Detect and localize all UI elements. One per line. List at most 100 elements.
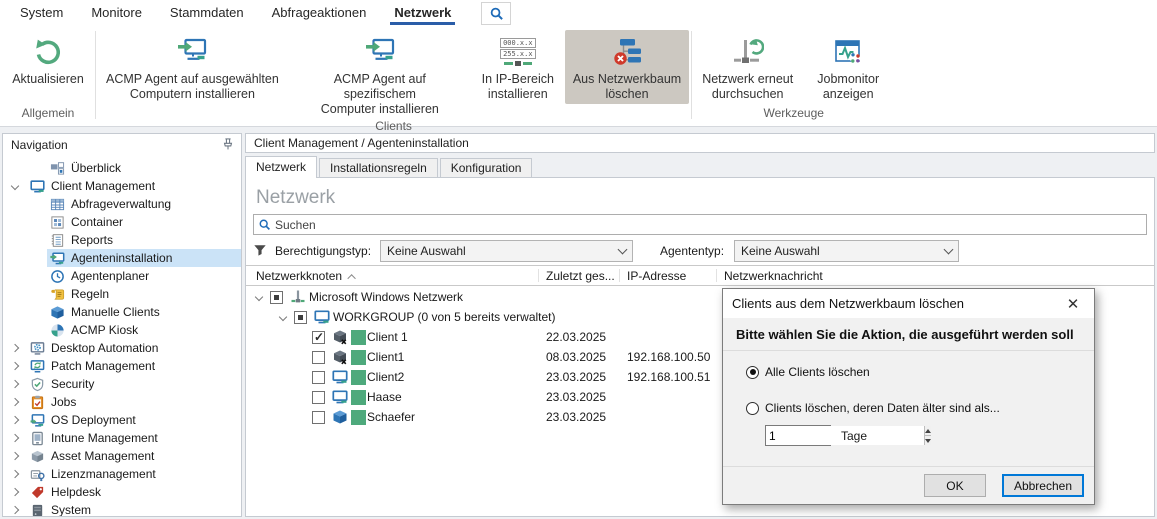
sidebar-item-label: Container xyxy=(71,215,124,229)
sidebar-item-acmp-kiosk[interactable]: ACMP Kiosk xyxy=(3,321,241,339)
sidebar-item-jobs[interactable]: Jobs xyxy=(3,393,241,411)
chevron-right-icon[interactable] xyxy=(3,487,27,497)
sidebar-item-patch-management[interactable]: Patch Management xyxy=(3,357,241,375)
ribbon-button-acmp-agent-auf-ausgew-hlten-computern-installieren[interactable]: ACMP Agent auf ausgewählten Computern in… xyxy=(98,30,287,104)
tab-netzwerk[interactable]: Netzwerk xyxy=(245,156,318,178)
tab-installationsregeln[interactable]: Installationsregeln xyxy=(319,158,438,178)
agent-type-select[interactable]: Keine Auswahl xyxy=(734,240,959,262)
radio-button-icon[interactable] xyxy=(746,401,759,415)
column-header-netzwerkknoten[interactable]: Netzwerkknoten xyxy=(256,269,356,283)
sidebar-item-regeln[interactable]: Regeln xyxy=(3,285,241,303)
chevron-down-icon[interactable] xyxy=(254,292,264,302)
column-header-nachricht[interactable]: Netzwerknachricht xyxy=(724,269,823,283)
ribbon-button-aktualisieren[interactable]: Aktualisieren xyxy=(3,30,93,89)
radio-button-icon[interactable] xyxy=(746,365,759,379)
ribbon-button-in-ip-bereich-installieren[interactable]: 000.x.x 255.x.x In IP-Bereich installieren xyxy=(473,30,563,104)
radio-delete-all[interactable]: Alle Clients löschen xyxy=(746,365,1094,379)
jobs-icon xyxy=(29,394,46,410)
sidebar-item-client-management[interactable]: Client Management xyxy=(3,177,241,195)
pin-icon[interactable] xyxy=(221,137,235,154)
permission-type-select[interactable]: Keine Auswahl xyxy=(380,240,633,262)
ribbon-search-button[interactable] xyxy=(481,2,512,25)
row-checkbox[interactable] xyxy=(294,310,307,324)
chevron-down-icon[interactable] xyxy=(278,312,288,322)
sidebar-item-label: Patch Management xyxy=(51,359,156,373)
radio-label: Clients löschen, deren Daten älter sind … xyxy=(765,401,1000,415)
chevron-right-icon[interactable] xyxy=(3,469,27,479)
ribbon-tab-monitore[interactable]: Monitore xyxy=(77,0,156,27)
sidebar-item-label: Agenteninstallation xyxy=(71,251,173,265)
row-checkbox[interactable] xyxy=(312,350,325,364)
ribbon-tab-stammdaten[interactable]: Stammdaten xyxy=(156,0,258,27)
ribbon-tab-abfrageaktionen[interactable]: Abfrageaktionen xyxy=(258,0,381,27)
chevron-right-icon[interactable] xyxy=(3,505,27,515)
cancel-button[interactable]: Abbrechen xyxy=(1001,474,1084,497)
sidebar-item-intune-management[interactable]: Intune Management xyxy=(3,429,241,447)
row-checkbox[interactable] xyxy=(312,330,325,344)
sidebar-item-agentenplaner[interactable]: Agentenplaner xyxy=(3,267,241,285)
sidebar-item-reports[interactable]: Reports xyxy=(3,231,241,249)
tab-konfiguration[interactable]: Konfiguration xyxy=(439,158,533,178)
chevron-right-icon[interactable] xyxy=(3,361,27,371)
ribbon-button-aus-netzwerkbaum-l-schen[interactable]: Aus Netzwerkbaum löschen xyxy=(564,30,690,104)
chevron-right-icon[interactable] xyxy=(3,379,27,389)
sidebar-item-asset-management[interactable]: Asset Management xyxy=(3,447,241,465)
sidebar-item-container[interactable]: Container xyxy=(3,213,241,231)
ribbon-button-jobmonitor-anzeigen[interactable]: Jobmonitor anzeigen xyxy=(803,30,893,104)
spin-up-button[interactable] xyxy=(925,426,931,435)
ribbon-tab-netzwerk[interactable]: Netzwerk xyxy=(380,0,465,27)
sidebar-item-manuelle-clients[interactable]: Manuelle Clients xyxy=(3,303,241,321)
row-checkbox[interactable] xyxy=(270,290,283,304)
dialog-titlebar[interactable]: Clients aus dem Netzwerkbaum löschen ✕ xyxy=(723,289,1094,318)
ok-button[interactable]: OK xyxy=(923,474,986,497)
chevron-right-icon[interactable] xyxy=(3,343,27,353)
monitor-icon xyxy=(313,309,331,325)
row-checkbox[interactable] xyxy=(312,410,325,424)
column-header-ip[interactable]: IP-Adresse xyxy=(627,269,686,283)
ribbon-group-werkzeuge: Netzwerk erneut durchsuchen Jobmonitor an… xyxy=(693,27,894,123)
spin-down-button[interactable] xyxy=(925,435,931,445)
sidebar-item-abfrageverwaltung[interactable]: Abfrageverwaltung xyxy=(3,195,241,213)
search-box[interactable] xyxy=(253,214,1147,235)
node-name: WORKGROUP (0 von 5 bereits verwaltet) xyxy=(333,310,556,324)
sidebar-item-desktop-automation[interactable]: Desktop Automation xyxy=(3,339,241,357)
days-unit-label: Tage xyxy=(841,428,868,443)
chevron-right-icon[interactable] xyxy=(3,451,27,461)
ip-range-icon: 000.x.x 255.x.x xyxy=(500,34,536,70)
sidebar-item-lizenzmanagement[interactable]: Lizenzmanagement xyxy=(3,465,241,483)
chevron-right-icon[interactable] xyxy=(3,397,27,407)
sidebar-item-berblick[interactable]: Überblick xyxy=(3,159,241,177)
sidebar-item-helpdesk[interactable]: Helpdesk xyxy=(3,483,241,501)
days-spinner[interactable] xyxy=(765,425,931,446)
sidebar-item-security[interactable]: Security xyxy=(3,375,241,393)
ribbon-button-netzwerk-erneut-durchsuchen[interactable]: Netzwerk erneut durchsuchen xyxy=(694,30,801,104)
navigation-panel: Navigation Überblick Client Management Abf… xyxy=(2,133,242,517)
sidebar-item-label: Abfrageverwaltung xyxy=(71,197,172,211)
sidebar-item-label: System xyxy=(51,503,92,517)
sidebar-item-system[interactable]: System xyxy=(3,501,241,517)
close-icon[interactable]: ✕ xyxy=(1052,289,1094,318)
ribbon-tab-system[interactable]: System xyxy=(6,0,77,27)
acmp-window: System Monitore Stammdaten Abfrageaktionen N… xyxy=(0,0,1157,519)
ribbon-group-label: Allgemein xyxy=(21,106,75,120)
column-header-zuletzt[interactable]: Zuletzt ges... xyxy=(546,269,615,283)
delete-clients-dialog: Clients aus dem Netzwerkbaum löschen ✕ B… xyxy=(722,288,1095,505)
row-checkbox[interactable] xyxy=(312,370,325,384)
license-icon xyxy=(29,466,46,482)
chevron-right-icon[interactable] xyxy=(3,415,27,425)
intune-icon xyxy=(29,430,46,446)
ribbon-button-acmp-agent-auf-spezifischem-computer-installieren[interactable]: ACMP Agent auf spezifischem Computer ins… xyxy=(289,30,471,118)
search-input[interactable] xyxy=(275,217,1142,232)
node-name: Microsoft Windows Netzwerk xyxy=(309,290,464,304)
radio-delete-older[interactable]: Clients löschen, deren Daten älter sind … xyxy=(746,401,1094,415)
agent-install-sm-icon xyxy=(49,250,66,266)
sidebar-item-agenteninstallation[interactable]: Agenteninstallation xyxy=(3,249,241,267)
refresh-icon xyxy=(30,34,66,70)
sidebar-item-os-deployment[interactable]: OS Deployment xyxy=(3,411,241,429)
monitor-icon xyxy=(331,369,349,385)
chevron-down-icon[interactable] xyxy=(3,181,27,191)
agent-type-value: Keine Auswahl xyxy=(741,244,820,258)
status-badge xyxy=(351,369,366,385)
chevron-right-icon[interactable] xyxy=(3,433,27,443)
row-checkbox[interactable] xyxy=(312,390,325,404)
